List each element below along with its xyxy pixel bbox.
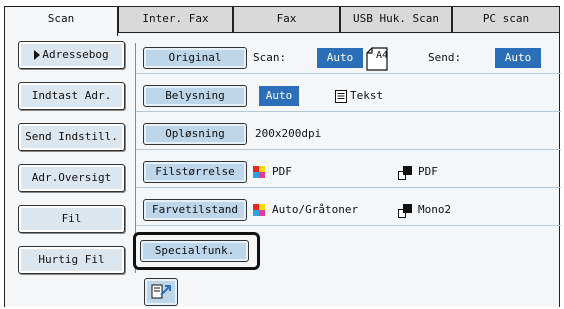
tab-usb-scan[interactable]: USB Huk. Scan: [340, 6, 452, 32]
file-edit-icon: [151, 284, 171, 299]
exposure-row: Belysning Auto Tekst: [136, 81, 561, 112]
tab-fax[interactable]: Fax: [233, 6, 340, 32]
document-text-icon: [335, 90, 347, 103]
sidebar-item-send-settings[interactable]: Send Indstill.: [18, 123, 125, 151]
sidebar-item-label: Hurtig Fil: [38, 253, 105, 266]
sidebar-item-label: Adr.Oversigt: [31, 171, 112, 184]
color-mode-icon: [253, 166, 265, 178]
sidebar-item-enter-address[interactable]: Indtast Adr.: [18, 82, 125, 110]
mono-mode-value: Mono2: [418, 203, 452, 216]
scan-label: Scan:: [253, 51, 287, 64]
sidebar-item-label: Indtast Adr.: [31, 89, 112, 102]
sidebar-item-label: Send Indstill.: [25, 130, 118, 143]
original-button[interactable]: Original: [143, 47, 247, 69]
sidebar-item-address-review[interactable]: Adr.Oversigt: [18, 164, 125, 192]
special-modes-button[interactable]: Specialfunk.: [140, 240, 249, 262]
resolution-button[interactable]: Opløsning: [143, 123, 247, 145]
triangle-right-icon: [34, 50, 41, 60]
exposure-value: Auto: [259, 86, 299, 106]
exposure-button[interactable]: Belysning: [143, 85, 247, 107]
file-edit-button[interactable]: [144, 278, 178, 306]
color-format-value: PDF: [272, 165, 292, 178]
sidebar-item-quick-file[interactable]: Hurtig Fil: [18, 246, 125, 274]
scan-value: Auto: [317, 48, 363, 68]
sidebar-item-label: Fil: [61, 212, 82, 225]
file-format-button[interactable]: Filstørrelse: [143, 161, 247, 183]
file-format-row: Filstørrelse PDF PDF: [136, 157, 561, 188]
mode-tabs: Scan Inter. Fax Fax USB Huk. Scan PC sca…: [4, 6, 560, 36]
color-mode-value: Auto/Gråtoner: [272, 203, 359, 216]
tab-pc-scan[interactable]: PC scan: [452, 6, 560, 32]
original-row: Original Scan: Auto A4 Send: Auto: [136, 43, 561, 74]
tab-inter-fax[interactable]: Inter. Fax: [118, 6, 233, 32]
sidebar-item-label: Adressebog: [42, 48, 109, 61]
resolution-row: Opløsning 200x200dpi: [136, 119, 561, 150]
color-mode-icon: [253, 204, 265, 216]
mono-mode-icon: [398, 204, 412, 218]
color-mode-row: Farvetilstand Auto/Gråtoner Mono2: [136, 195, 561, 226]
scan-screen: Scan Inter. Fax Fax USB Huk. Scan PC sca…: [4, 4, 561, 307]
paper-size-label: A4: [376, 50, 389, 61]
sidebar-item-file[interactable]: Fil: [18, 205, 125, 233]
sidebar-item-address-book[interactable]: Adressebog: [18, 41, 125, 69]
mono-mode-icon: [398, 166, 412, 180]
send-label: Send:: [428, 51, 462, 64]
scan-panel: Adressebog Indtast Adr. Send Indstill. A…: [4, 32, 561, 307]
send-value: Auto: [495, 48, 541, 68]
resolution-value: 200x200dpi: [255, 127, 322, 140]
tab-scan[interactable]: Scan: [4, 6, 118, 36]
color-mode-button[interactable]: Farvetilstand: [143, 199, 247, 221]
exposure-mode: Tekst: [350, 89, 384, 102]
mono-format-value: PDF: [418, 165, 438, 178]
